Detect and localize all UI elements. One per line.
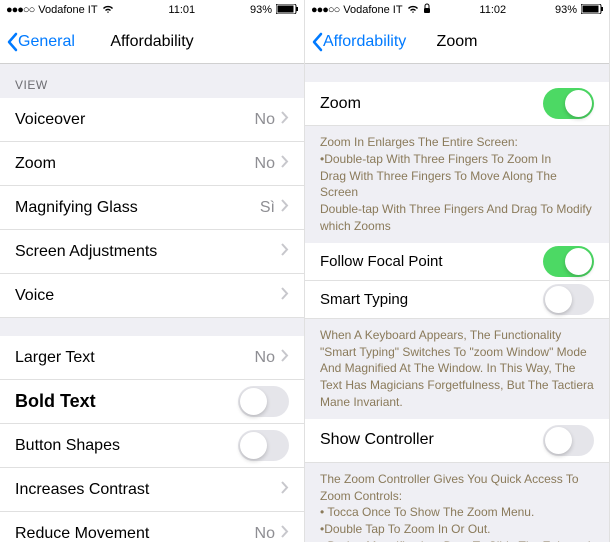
row-button-shapes: Button Shapes	[0, 424, 304, 468]
battery-percent: 93%	[555, 4, 577, 16]
row-label: Smart Typing	[320, 291, 408, 308]
row-increases-contrast[interactable]: Increases Contrast	[0, 468, 304, 512]
status-time: 11:01	[168, 4, 195, 16]
row-label: Zoom	[15, 155, 56, 173]
chevron-right-icon	[281, 349, 289, 367]
screen-right: ●●●○○ Vodafone IT 11:02 93% Affordabilit…	[305, 0, 610, 542]
nav-bar: Affordability Zoom	[305, 20, 609, 64]
row-label: Zoom	[320, 95, 361, 113]
back-button[interactable]: Affordability	[305, 32, 406, 52]
chevron-right-icon	[281, 199, 289, 217]
carrier-label: Vodafone IT	[343, 4, 402, 16]
status-bar: ●●●○○ Vodafone IT 11:02 93%	[305, 0, 609, 20]
status-time: 11:02	[479, 4, 506, 16]
row-label: Show Controller	[320, 431, 434, 449]
row-zoom-toggle: Zoom	[305, 82, 609, 126]
chevron-left-icon	[311, 32, 323, 52]
row-show-controller: Show Controller	[305, 419, 609, 463]
row-smart-typing: Smart Typing	[305, 281, 609, 319]
row-label: Screen Adjustments	[15, 243, 157, 261]
chevron-right-icon	[281, 287, 289, 305]
carrier-label: Vodafone IT	[38, 4, 97, 16]
row-magnifying-glass[interactable]: Magnifying Glass Sì	[0, 186, 304, 230]
chevron-right-icon	[281, 111, 289, 129]
chevron-left-icon	[6, 32, 18, 52]
toggle-zoom[interactable]	[543, 88, 594, 119]
row-value: No	[255, 111, 275, 129]
row-label: Larger Text	[15, 349, 95, 367]
nav-bar: General Affordability	[0, 20, 304, 64]
content: VIEW Voiceover No Zoom No Magnifying Gla…	[0, 64, 304, 542]
battery-icon	[581, 4, 603, 17]
row-larger-text[interactable]: Larger Text No	[0, 336, 304, 380]
content: Zoom Zoom In Enlarges The Entire Screen:…	[305, 64, 609, 542]
separator	[0, 318, 304, 336]
smart-typing-help-text: When A Keyboard Appears, The Functionali…	[305, 319, 609, 419]
row-voiceover[interactable]: Voiceover No	[0, 98, 304, 142]
toggle-follow-focal-point[interactable]	[543, 246, 594, 277]
back-label: Affordability	[323, 33, 406, 51]
screen-left: ●●●○○ Vodafone IT 11:01 93% General Affo…	[0, 0, 305, 542]
chevron-right-icon	[281, 155, 289, 173]
help-line: • Tocca Once To Show The Zoom Menu.	[320, 504, 594, 521]
help-line: • During Magnification, Drag To Slide Th…	[320, 538, 594, 542]
row-value: No	[255, 525, 275, 542]
row-value: No	[255, 155, 275, 173]
toggle-smart-typing[interactable]	[543, 284, 594, 315]
nav-title: Zoom	[437, 33, 478, 51]
wifi-icon	[102, 4, 114, 17]
toggle-show-controller[interactable]	[543, 425, 594, 456]
help-line: The Zoom Controller Gives You Quick Acce…	[320, 471, 594, 505]
wifi-icon	[407, 4, 419, 17]
row-screen-adjustments[interactable]: Screen Adjustments	[0, 230, 304, 274]
signal-dots: ●●●○○	[6, 4, 34, 16]
row-label: Reduce Movement	[15, 525, 149, 542]
section-header-view: VIEW	[0, 64, 304, 98]
lock-icon	[423, 3, 431, 17]
battery-icon	[276, 4, 298, 17]
help-line: Drag With Three Fingers To Move Along Th…	[320, 168, 594, 202]
chevron-right-icon	[281, 481, 289, 499]
back-button[interactable]: General	[0, 32, 75, 52]
row-label: Magnifying Glass	[15, 199, 138, 217]
row-value: Sì	[260, 199, 275, 217]
row-follow-focal-point: Follow Focal Point	[305, 243, 609, 281]
signal-dots: ●●●○○	[311, 4, 339, 16]
row-label: Bold Text	[15, 391, 96, 412]
toggle-bold-text[interactable]	[238, 386, 289, 417]
row-bold-text: Bold Text	[0, 380, 304, 424]
row-voice[interactable]: Voice	[0, 274, 304, 318]
nav-title: Affordability	[110, 33, 193, 51]
status-bar: ●●●○○ Vodafone IT 11:01 93%	[0, 0, 304, 20]
controller-help-text: The Zoom Controller Gives You Quick Acce…	[305, 463, 609, 542]
chevron-right-icon	[281, 243, 289, 261]
row-reduce-movement[interactable]: Reduce Movement No	[0, 512, 304, 542]
row-label: Increases Contrast	[15, 481, 149, 499]
row-value: No	[255, 349, 275, 367]
row-label: Button Shapes	[15, 437, 120, 455]
battery-percent: 93%	[250, 4, 272, 16]
toggle-button-shapes[interactable]	[238, 430, 289, 461]
row-label: Follow Focal Point	[320, 253, 443, 270]
help-line: Zoom In Enlarges The Entire Screen:	[320, 134, 594, 151]
row-zoom[interactable]: Zoom No	[0, 142, 304, 186]
chevron-right-icon	[281, 525, 289, 542]
separator	[305, 64, 609, 82]
row-label: Voiceover	[15, 111, 85, 129]
row-label: Voice	[15, 287, 54, 305]
back-label: General	[18, 33, 75, 51]
zoom-help-text: Zoom In Enlarges The Entire Screen: •Dou…	[305, 126, 609, 243]
help-line: •Double Tap To Zoom In Or Out.	[320, 521, 594, 538]
help-line: Double-tap With Three Fingers And Drag T…	[320, 201, 594, 235]
help-line: •Double-tap With Three Fingers To Zoom I…	[320, 151, 594, 168]
